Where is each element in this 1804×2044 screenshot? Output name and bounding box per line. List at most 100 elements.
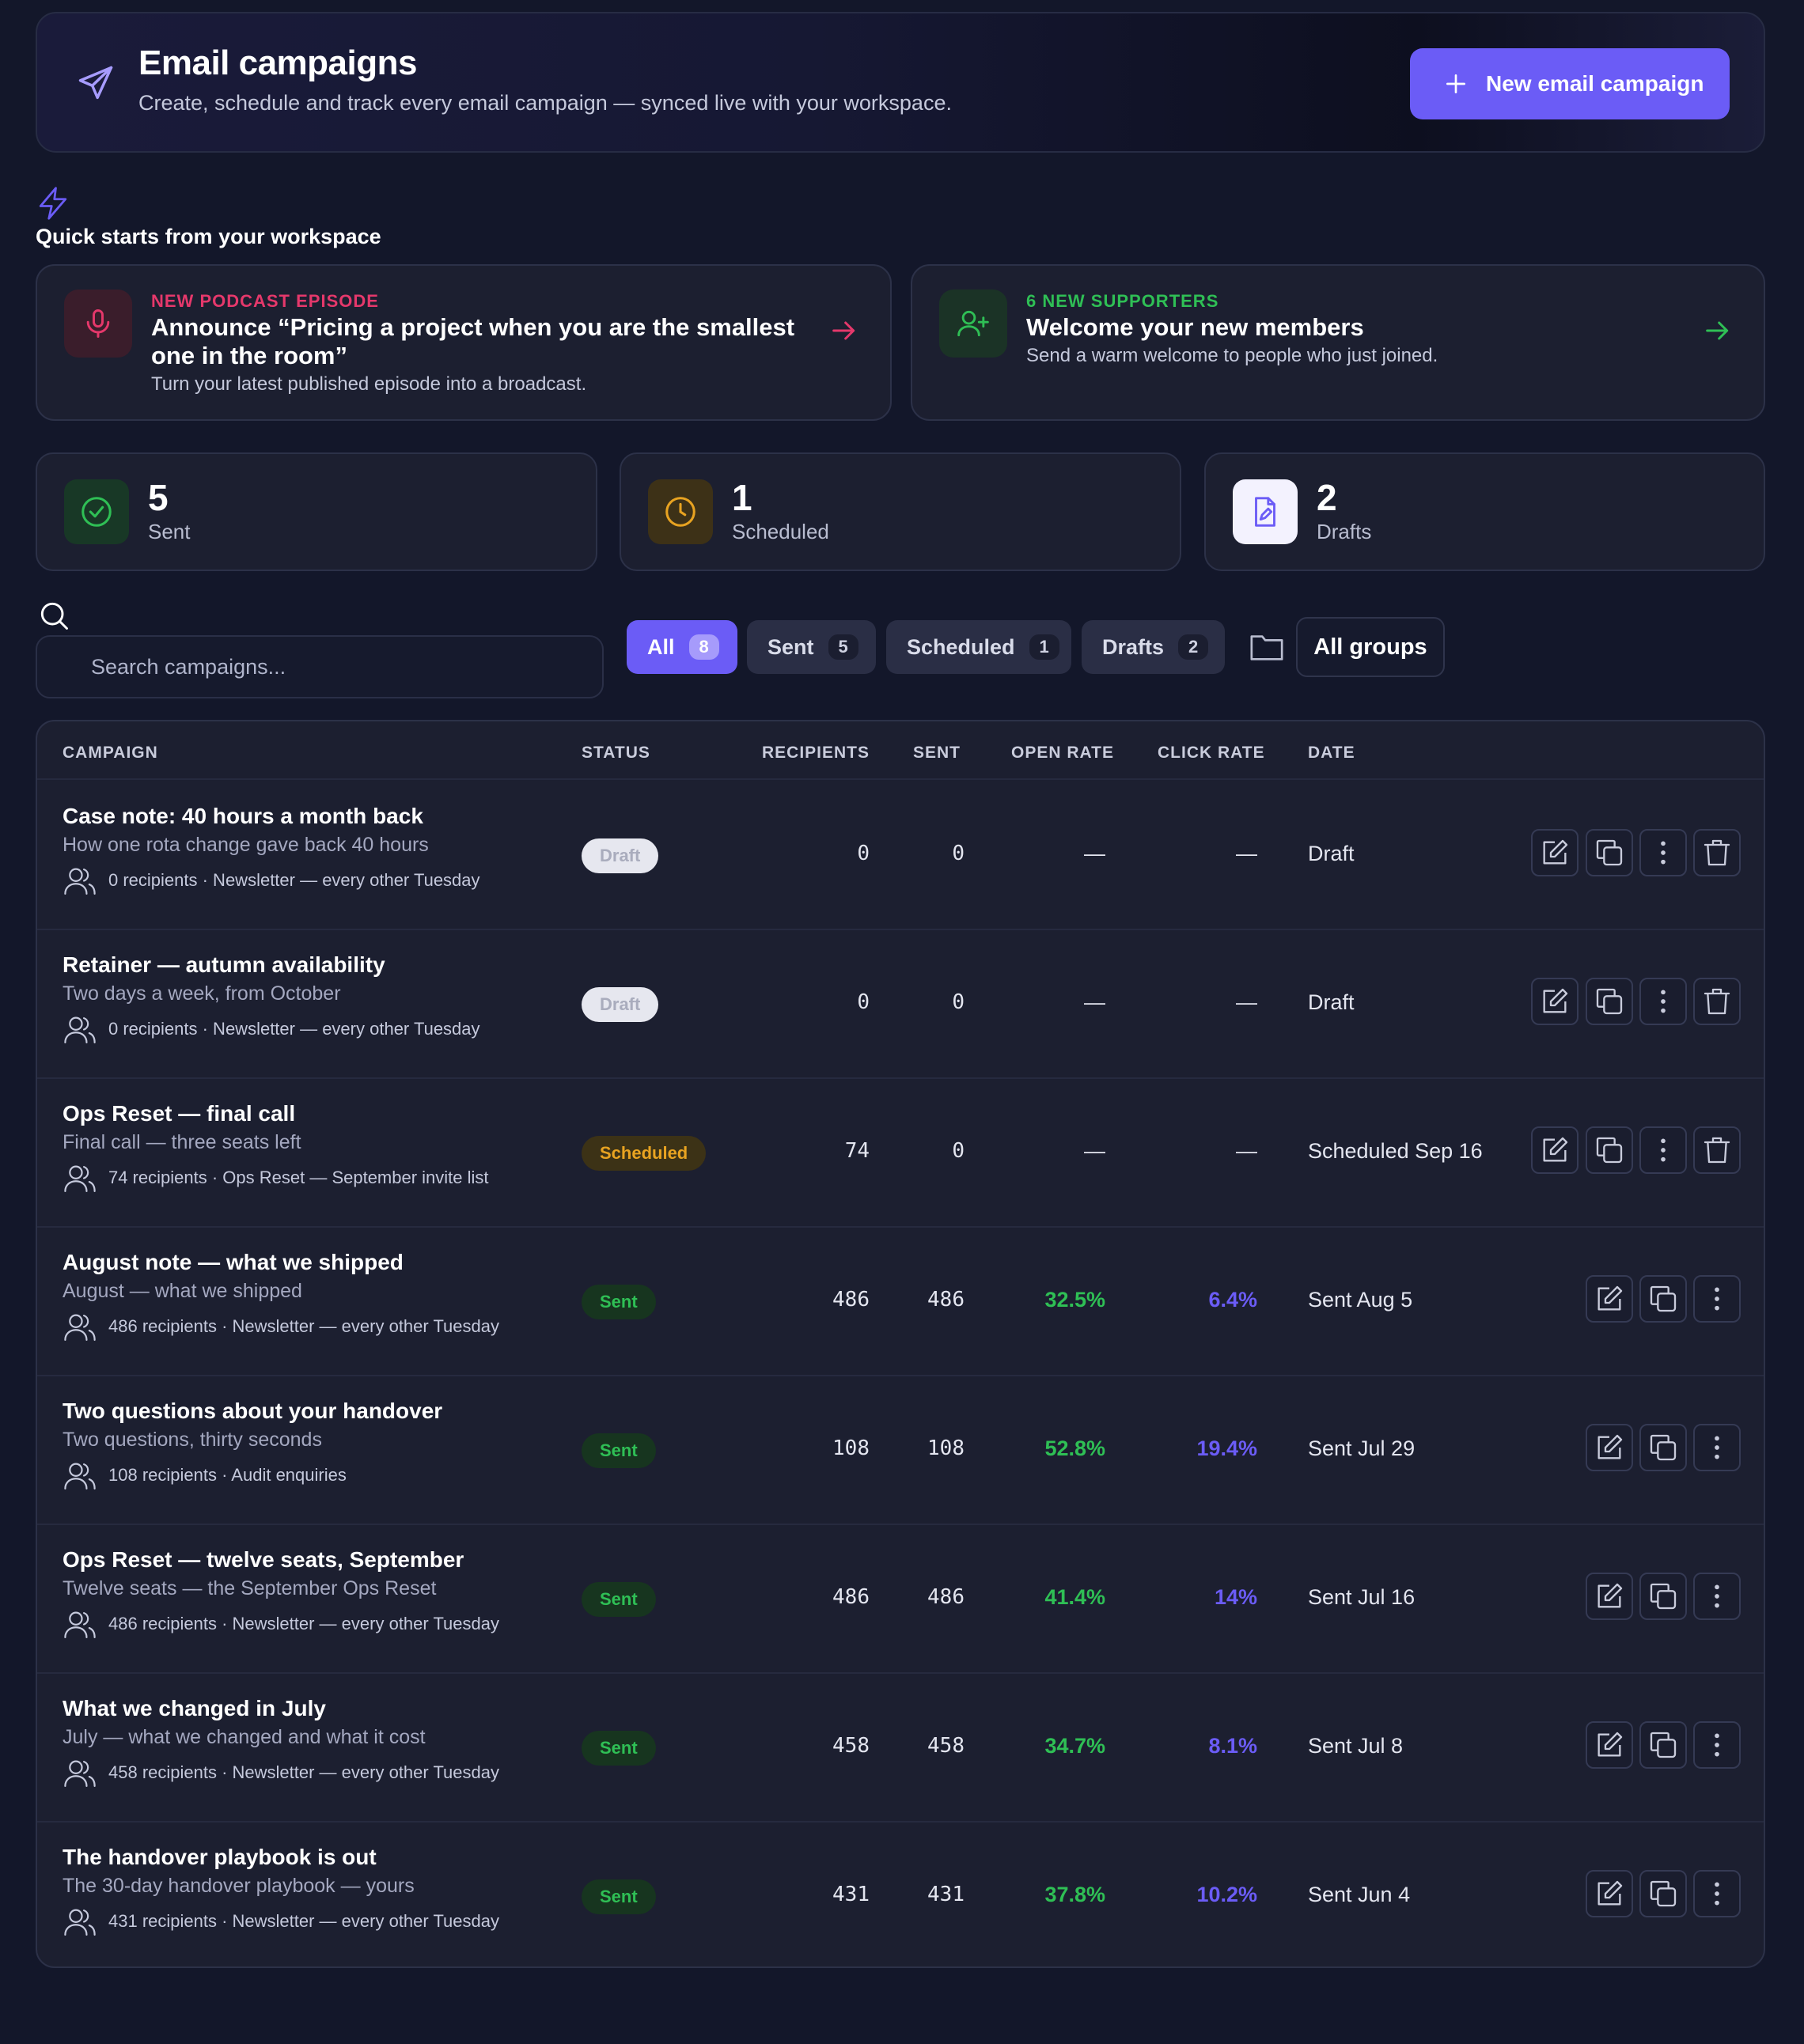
duplicate-button[interactable]	[1639, 1424, 1687, 1471]
clock-icon	[665, 497, 695, 527]
status-badge: Draft	[582, 838, 659, 873]
filter-tab-sent[interactable]: Sent 5	[747, 620, 876, 674]
sent-count: 0	[952, 990, 965, 1014]
open-rate: 32.5%	[1044, 1288, 1105, 1312]
quick-starts-title: Quick starts from your workspace	[36, 225, 381, 248]
more-button[interactable]	[1639, 829, 1687, 876]
click-rate: 8.1%	[1208, 1734, 1257, 1758]
paper-plane-icon	[78, 66, 113, 100]
users-icon	[64, 1016, 96, 1044]
campaign-subject: The 30-day handover playbook — yours	[63, 1875, 415, 1897]
table-row[interactable]: What we changed in July July — what we ch…	[37, 1674, 1764, 1823]
quick-start-card-supporters[interactable]: 6 NEW SUPPORTERS Welcome your new member…	[911, 264, 1765, 421]
column-header-recipients: RECIPIENTS	[762, 744, 870, 762]
edit-button[interactable]	[1586, 1424, 1633, 1471]
edit-button[interactable]	[1586, 1275, 1633, 1323]
edit-button[interactable]	[1586, 1721, 1633, 1769]
campaign-meta: 486 recipients · Newsletter — every othe…	[63, 1607, 499, 1641]
duplicate-button[interactable]	[1639, 1870, 1687, 1917]
table-row[interactable]: August note — what we shipped August — wh…	[37, 1228, 1764, 1376]
user-plus-icon	[957, 310, 989, 337]
table-row[interactable]: Case note: 40 hours a month back How one …	[37, 782, 1764, 930]
quick-start-description: Turn your latest published episode into …	[151, 373, 587, 395]
campaign-date: Scheduled Sep 16	[1308, 1139, 1483, 1163]
table-row[interactable]: Two questions about your handover Two que…	[37, 1376, 1764, 1525]
campaign-meta: 0 recipients · Newsletter — every other …	[63, 1013, 480, 1046]
table-row[interactable]: Retainer — autumn availability Two days a…	[37, 930, 1764, 1079]
duplicate-button[interactable]	[1586, 978, 1633, 1025]
campaign-title[interactable]: Ops Reset — final call	[63, 1101, 295, 1126]
more-button[interactable]	[1639, 1126, 1687, 1174]
more-vertical-icon	[1661, 841, 1666, 865]
campaign-audience: 108 recipients · Audit enquiries	[108, 1465, 347, 1485]
more-vertical-icon	[1661, 990, 1666, 1013]
edit-button[interactable]	[1531, 1126, 1578, 1174]
groups-select[interactable]: All groups	[1296, 617, 1445, 677]
page-subtitle: Create, schedule and track every email c…	[138, 91, 952, 115]
stat-value: 1	[732, 477, 752, 518]
search-input[interactable]	[36, 635, 604, 698]
new-email-campaign-button[interactable]: New email campaign	[1410, 48, 1730, 119]
table-row[interactable]: The handover playbook is out The 30-day h…	[37, 1823, 1764, 1966]
delete-button[interactable]	[1693, 829, 1741, 876]
more-button[interactable]	[1639, 978, 1687, 1025]
duplicate-button[interactable]	[1639, 1275, 1687, 1323]
filter-tab-drafts[interactable]: Drafts 2	[1082, 620, 1225, 674]
lightning-icon	[39, 187, 67, 220]
delete-button[interactable]	[1693, 1126, 1741, 1174]
recipients-count: 431	[832, 1883, 870, 1906]
stat-label: Drafts	[1317, 520, 1372, 543]
campaign-date: Sent Jul 16	[1308, 1585, 1416, 1609]
stat-icon-box	[648, 479, 713, 544]
more-button[interactable]	[1693, 1573, 1741, 1620]
arrow-right-icon[interactable]	[828, 315, 860, 346]
campaign-date: Sent Jun 4	[1308, 1883, 1411, 1906]
status-badge: Sent	[582, 1731, 656, 1766]
campaign-title[interactable]: August note — what we shipped	[63, 1250, 404, 1275]
file-edit-icon	[1255, 497, 1275, 527]
campaign-audience: 486 recipients · Newsletter — every othe…	[108, 1316, 500, 1336]
duplicate-icon	[1596, 839, 1623, 866]
column-header-open-rate: OPEN RATE	[1011, 744, 1114, 762]
edit-icon	[1597, 1880, 1623, 1906]
quick-start-eyebrow: 6 NEW SUPPORTERS	[1026, 291, 1219, 311]
more-button[interactable]	[1693, 1721, 1741, 1769]
campaign-title[interactable]: What we changed in July	[63, 1696, 326, 1721]
column-header-date: DATE	[1308, 744, 1355, 762]
quick-start-card-podcast[interactable]: NEW PODCAST EPISODE Announce “Pricing a …	[36, 264, 892, 421]
status-badge: Scheduled	[582, 1136, 707, 1171]
campaign-meta: 458 recipients · Newsletter — every othe…	[63, 1756, 499, 1789]
more-vertical-icon	[1715, 1287, 1719, 1311]
duplicate-button[interactable]	[1639, 1573, 1687, 1620]
campaign-title[interactable]: Retainer — autumn availability	[63, 952, 385, 978]
campaign-title[interactable]: Ops Reset — twelve seats, September	[63, 1547, 464, 1573]
duplicate-button[interactable]	[1586, 1126, 1633, 1174]
filter-label: Sent	[767, 634, 814, 659]
delete-button[interactable]	[1693, 978, 1741, 1025]
more-button[interactable]	[1693, 1275, 1741, 1323]
arrow-right-icon[interactable]	[1702, 315, 1734, 346]
more-button[interactable]	[1693, 1424, 1741, 1471]
edit-button[interactable]	[1531, 829, 1578, 876]
more-button[interactable]	[1693, 1870, 1741, 1917]
users-icon	[64, 1909, 96, 1936]
filter-tab-scheduled[interactable]: Scheduled 1	[886, 620, 1071, 674]
duplicate-button[interactable]	[1639, 1721, 1687, 1769]
table-header: CAMPAIGN STATUS RECIPIENTS SENT OPEN RAT…	[37, 721, 1764, 780]
filter-count: 5	[828, 634, 858, 660]
duplicate-button[interactable]	[1586, 829, 1633, 876]
campaign-meta: 431 recipients · Newsletter — every othe…	[63, 1905, 499, 1938]
more-vertical-icon	[1715, 1882, 1719, 1906]
edit-button[interactable]	[1531, 978, 1578, 1025]
campaign-title[interactable]: Two questions about your handover	[63, 1399, 442, 1424]
campaign-title[interactable]: Case note: 40 hours a month back	[63, 804, 423, 829]
filter-tab-all[interactable]: All 8	[627, 620, 737, 674]
edit-button[interactable]	[1586, 1870, 1633, 1917]
duplicate-icon	[1596, 1137, 1623, 1164]
table-row[interactable]: Ops Reset — twelve seats, September Twelv…	[37, 1525, 1764, 1674]
campaign-title[interactable]: The handover playbook is out	[63, 1845, 377, 1870]
page-header: Email campaigns Create, schedule and tra…	[36, 12, 1765, 153]
campaign-date: Sent Aug 5	[1308, 1288, 1413, 1312]
edit-button[interactable]	[1586, 1573, 1633, 1620]
table-row[interactable]: Ops Reset — final call Final call — three…	[37, 1079, 1764, 1228]
